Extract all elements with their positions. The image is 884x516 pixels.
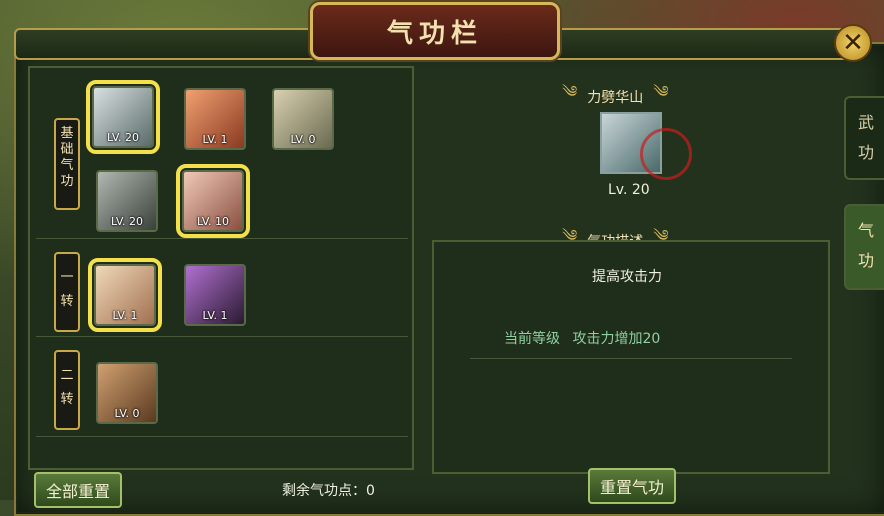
selected-skill-level: Lv. 20 bbox=[608, 182, 650, 198]
seal-stamp-icon bbox=[640, 128, 692, 180]
skill-level: LV. 1 bbox=[112, 309, 138, 322]
reset-qigong-label: 重置气功 bbox=[599, 478, 664, 497]
skill-slot[interactable]: LV. 20 bbox=[86, 80, 160, 154]
skill-slot[interactable]: LV. 1 bbox=[184, 264, 246, 326]
skill-level: LV. 20 bbox=[106, 131, 140, 144]
window-title: 气功栏 bbox=[386, 18, 483, 49]
skill-level: LV. 0 bbox=[290, 133, 316, 146]
tier-second-turn bbox=[36, 338, 408, 437]
tab-qigong-label: 气功 bbox=[857, 221, 874, 270]
skill-slot[interactable]: LV. 0 bbox=[96, 362, 158, 424]
tier-label-second-turn: 二转 bbox=[54, 350, 80, 430]
reset-all-label: 全部重置 bbox=[45, 482, 110, 501]
skill-slot[interactable]: LV. 1 bbox=[88, 258, 162, 332]
tier-label-basic: 基础气功 bbox=[54, 118, 80, 210]
skill-slot[interactable]: LV. 20 bbox=[96, 170, 158, 232]
divider bbox=[470, 358, 792, 359]
reset-qigong-button[interactable]: 重置气功 bbox=[588, 468, 676, 504]
swirl-left-icon: ༄ bbox=[562, 82, 578, 101]
skill-description: 提高攻击力 bbox=[592, 269, 662, 285]
skill-level: LV. 0 bbox=[114, 407, 140, 420]
reset-all-button[interactable]: 全部重置 bbox=[34, 472, 122, 508]
skill-slot[interactable]: LV. 0 bbox=[272, 88, 334, 150]
skill-level: LV. 10 bbox=[196, 215, 230, 228]
tier-label-second-turn-text: 二转 bbox=[60, 368, 74, 407]
remaining-points: 剩余气功点：0 bbox=[282, 483, 375, 499]
tab-martial-arts[interactable]: 武功 bbox=[844, 96, 884, 180]
current-level-effect: 当前等级 攻击力增加20 bbox=[504, 328, 660, 348]
current-level-label: 当前等级 bbox=[504, 331, 560, 347]
tier-label-first-turn: 一转 bbox=[54, 252, 80, 332]
tab-martial-arts-label: 武功 bbox=[857, 113, 874, 162]
skill-level: LV. 1 bbox=[202, 309, 228, 322]
tier-label-first-turn-text: 一转 bbox=[60, 270, 74, 309]
close-button[interactable]: ✕ bbox=[834, 24, 872, 62]
tier-label-basic-text: 基础气功 bbox=[60, 126, 74, 189]
skill-slot[interactable]: LV. 1 bbox=[184, 88, 246, 150]
current-effect-value: 攻击力增加20 bbox=[572, 331, 661, 347]
window-title-plaque: 气功栏 bbox=[310, 2, 560, 60]
skill-slot[interactable]: LV. 10 bbox=[176, 164, 250, 238]
skill-level: LV. 1 bbox=[202, 133, 228, 146]
skill-name: 力劈华山 bbox=[587, 89, 644, 106]
skill-level: LV. 20 bbox=[110, 215, 144, 228]
tab-qigong[interactable]: 气功 bbox=[844, 204, 884, 290]
close-icon: ✕ bbox=[842, 28, 864, 58]
